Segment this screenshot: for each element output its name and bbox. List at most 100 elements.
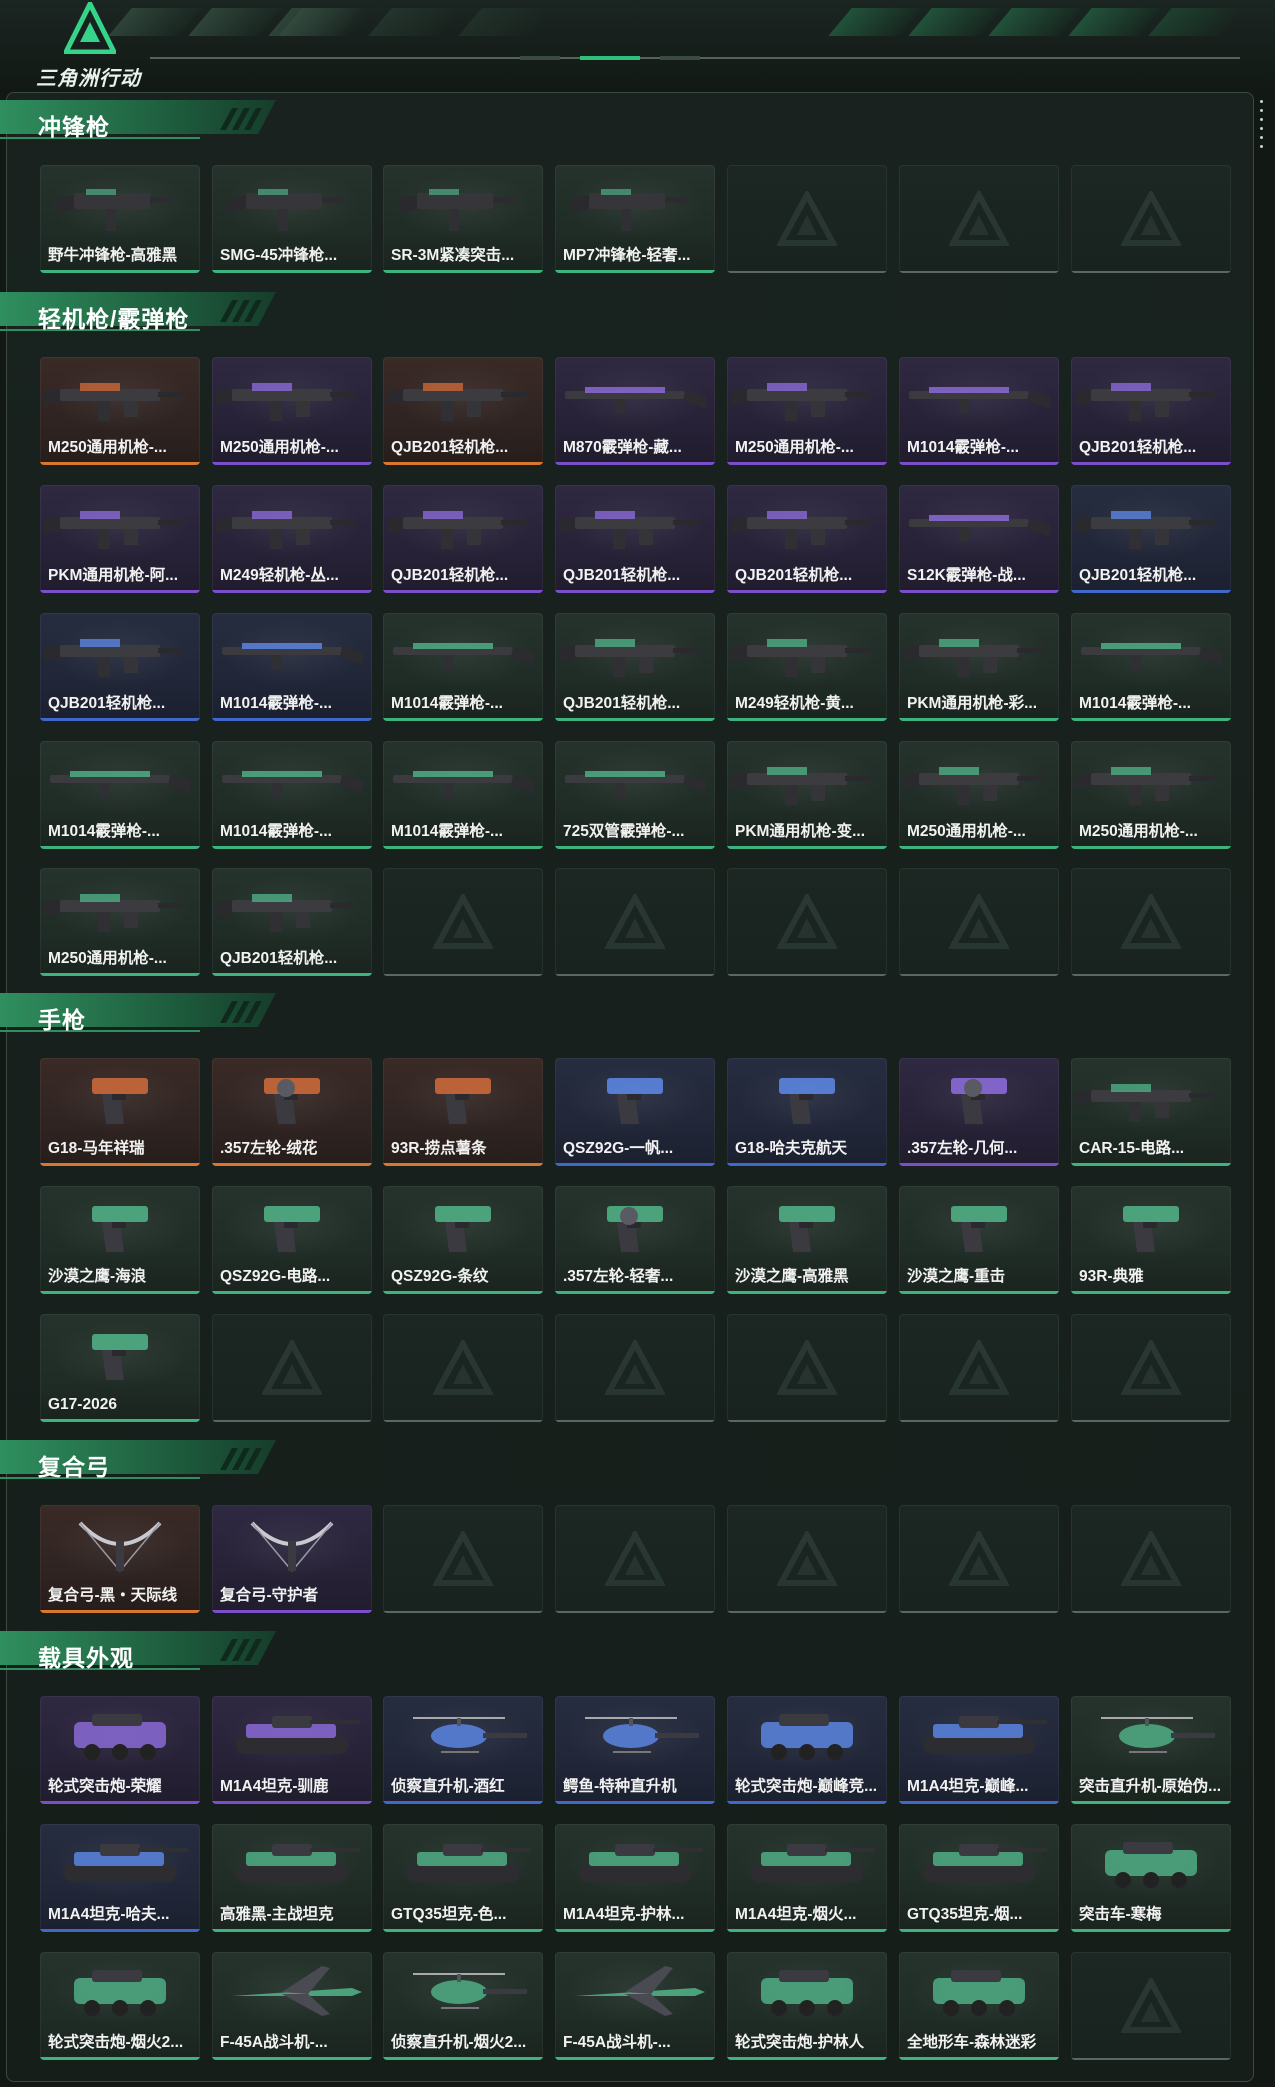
item-tile[interactable]: M249轻机枪-丛... (212, 485, 372, 593)
item-tile[interactable]: M1014霰弹枪-... (212, 613, 372, 721)
item-name: 复合弓-守护者 (220, 1587, 319, 1604)
item-tile[interactable]: F-45A战斗机-... (212, 1952, 372, 2060)
item-tile[interactable]: 突击车-寒梅 (1071, 1824, 1231, 1932)
empty-slot (383, 868, 543, 976)
item-tile[interactable]: G18-哈夫克航天 (727, 1058, 887, 1166)
tank-icon (222, 1702, 362, 1770)
item-tile[interactable]: 沙漠之鹰-海浪 (40, 1186, 200, 1294)
item-tile[interactable]: QSZ92G-一帆... (555, 1058, 715, 1166)
item-tile[interactable]: 野牛冲锋枪-高雅黑 (40, 165, 200, 273)
item-tile[interactable]: 复合弓-守护者 (212, 1505, 372, 1613)
item-tile[interactable]: M1014霰弹枪-... (1071, 613, 1231, 721)
helicopter-icon (565, 1702, 705, 1770)
item-tile[interactable]: 沙漠之鹰-高雅黑 (727, 1186, 887, 1294)
item-tile[interactable]: M249轻机枪-黄... (727, 613, 887, 721)
item-tile[interactable]: M1A4坦克-驯鹿 (212, 1696, 372, 1804)
machine-gun-icon (1075, 491, 1221, 559)
item-name: M1014霰弹枪-... (1079, 695, 1191, 712)
item-tile[interactable]: 复合弓-黑・天际线 (40, 1505, 200, 1613)
more-options-icon[interactable] (1260, 100, 1264, 150)
item-tile[interactable]: QJB201轻机枪... (1071, 357, 1231, 465)
item-tile[interactable]: PKM通用机枪-彩... (899, 613, 1059, 721)
item-tile[interactable]: M250通用机枪-... (40, 868, 200, 976)
empty-slot (383, 1314, 543, 1422)
rarity-bar (899, 462, 1059, 465)
item-tile[interactable]: QSZ92G-电路... (212, 1186, 372, 1294)
empty-slot-bar (899, 1611, 1059, 1613)
item-tile[interactable]: .357左轮-轻奢... (555, 1186, 715, 1294)
item-tile[interactable]: GTQ35坦克-色... (383, 1824, 543, 1932)
item-tile[interactable]: 轮式突击炮-烟火2... (40, 1952, 200, 2060)
item-tile[interactable]: M250通用机枪-... (727, 357, 887, 465)
item-tile[interactable]: 轮式突击炮-巅峰竞... (727, 1696, 887, 1804)
item-tile[interactable]: QJB201轻机枪... (383, 485, 543, 593)
machine-gun-icon (216, 874, 362, 942)
item-tile[interactable]: QJB201轻机枪... (40, 613, 200, 721)
item-tile[interactable]: 93R-捞点薯条 (383, 1058, 543, 1166)
rarity-bar (555, 1291, 715, 1294)
item-tile[interactable]: CAR-15-电路... (1071, 1058, 1231, 1166)
item-name: QJB201轻机枪... (220, 950, 338, 967)
item-tile[interactable]: M1014霰弹枪-... (212, 741, 372, 849)
item-tile[interactable]: .357左轮-几何... (899, 1058, 1059, 1166)
item-tile[interactable]: 侦察直升机-烟火2... (383, 1952, 543, 2060)
item-tile[interactable]: SMG-45冲锋枪... (212, 165, 372, 273)
item-tile[interactable]: M1014霰弹枪-... (899, 357, 1059, 465)
pistol-icon (909, 1192, 1049, 1260)
item-tile[interactable]: M870霰弹枪-藏... (555, 357, 715, 465)
item-tile[interactable]: .357左轮-绒花 (212, 1058, 372, 1166)
item-tile[interactable]: 侦察直升机-酒红 (383, 1696, 543, 1804)
item-tile[interactable]: PKM通用机枪-变... (727, 741, 887, 849)
item-name: M1A4坦克-护林... (563, 1906, 685, 1923)
item-tile[interactable]: G18-马年祥瑞 (40, 1058, 200, 1166)
item-tile[interactable]: 轮式突击炮-荣耀 (40, 1696, 200, 1804)
item-tile[interactable]: M1014霰弹枪-... (40, 741, 200, 849)
item-tile[interactable]: QJB201轻机枪... (727, 485, 887, 593)
logo-triangle-icon (64, 2, 116, 54)
item-tile[interactable]: G17-2026 (40, 1314, 200, 1422)
item-tile[interactable]: M1A4坦克-护林... (555, 1824, 715, 1932)
item-tile[interactable]: 鳄鱼-特种直升机 (555, 1696, 715, 1804)
item-tile[interactable]: QSZ92G-条纹 (383, 1186, 543, 1294)
item-tile[interactable]: M1A4坦克-哈夫... (40, 1824, 200, 1932)
item-tile[interactable]: 轮式突击炮-护林人 (727, 1952, 887, 2060)
item-tile[interactable]: PKM通用机枪-阿... (40, 485, 200, 593)
item-name: QJB201轻机枪... (735, 567, 853, 584)
item-tile[interactable]: M1014霰弹枪-... (383, 613, 543, 721)
rarity-bar (555, 846, 715, 849)
item-tile[interactable]: QJB201轻机枪... (212, 868, 372, 976)
item-tile[interactable]: QJB201轻机枪... (555, 613, 715, 721)
item-tile[interactable]: S12K霰弹枪-战... (899, 485, 1059, 593)
item-name: QSZ92G-一帆... (563, 1140, 674, 1157)
item-tile[interactable]: M1A4坦克-烟火... (727, 1824, 887, 1932)
item-tile[interactable]: MP7冲锋枪-轻奢... (555, 165, 715, 273)
item-tile[interactable]: SR-3M紧凑突击... (383, 165, 543, 273)
empty-slot-bar (555, 1611, 715, 1613)
item-name: S12K霰弹枪-战... (907, 567, 1026, 584)
item-tile[interactable]: F-45A战斗机-... (555, 1952, 715, 2060)
item-tile[interactable]: M250通用机枪-... (212, 357, 372, 465)
item-tile[interactable]: QJB201轻机枪... (1071, 485, 1231, 593)
empty-slot (727, 868, 887, 976)
item-tile[interactable]: M1A4坦克-巅峰... (899, 1696, 1059, 1804)
item-tile[interactable]: QJB201轻机枪... (555, 485, 715, 593)
item-name: 93R-典雅 (1079, 1268, 1144, 1285)
item-tile[interactable]: QJB201轻机枪... (383, 357, 543, 465)
item-tile[interactable]: 高雅黑-主战坦克 (212, 1824, 372, 1932)
item-tile[interactable]: M1014霰弹枪-... (383, 741, 543, 849)
item-tile[interactable]: 725双管霰弹枪-... (555, 741, 715, 849)
item-name: GTQ35坦克-色... (391, 1906, 507, 1923)
item-tile[interactable]: 93R-典雅 (1071, 1186, 1231, 1294)
pistol-icon (1081, 1192, 1221, 1260)
item-name: QJB201轻机枪... (563, 567, 681, 584)
empty-slot (899, 868, 1059, 976)
item-tile[interactable]: M250通用机枪-... (40, 357, 200, 465)
item-tile[interactable]: 全地形车-森林迷彩 (899, 1952, 1059, 2060)
empty-slot (727, 1505, 887, 1613)
item-tile[interactable]: GTQ35坦克-烟... (899, 1824, 1059, 1932)
item-tile[interactable]: 突击直升机-原始伪... (1071, 1696, 1231, 1804)
item-tile[interactable]: M250通用机枪-... (899, 741, 1059, 849)
item-tile[interactable]: M250通用机枪-... (1071, 741, 1231, 849)
item-tile[interactable]: 沙漠之鹰-重击 (899, 1186, 1059, 1294)
item-name: 沙漠之鹰-海浪 (48, 1268, 147, 1285)
